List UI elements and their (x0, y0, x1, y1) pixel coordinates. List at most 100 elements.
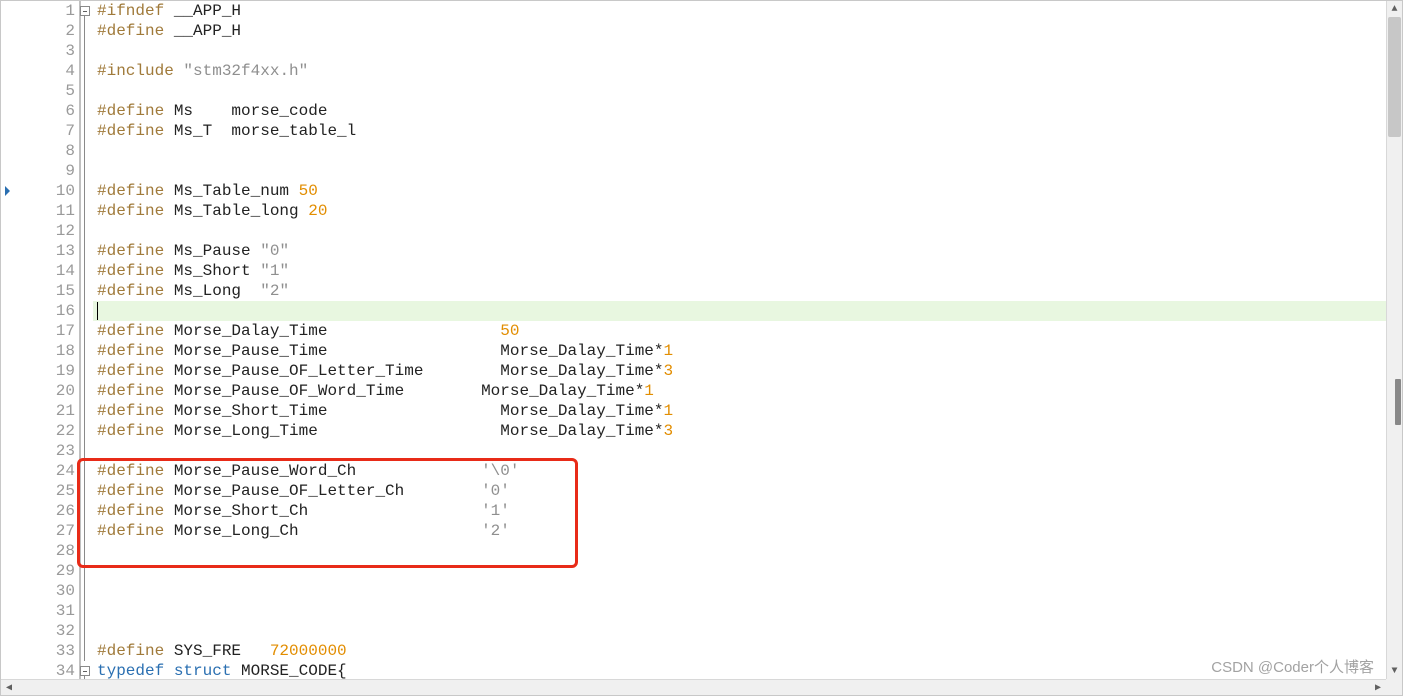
line-number: 15 (1, 281, 77, 301)
code-token: #define (97, 642, 174, 660)
scroll-left-button[interactable]: ◀ (1, 680, 17, 695)
scroll-right-button[interactable]: ▶ (1370, 680, 1386, 695)
code-line[interactable]: #define Morse_Long_Ch '2' (93, 521, 1386, 541)
code-line[interactable]: #define Ms_Long "2" (93, 281, 1386, 301)
code-token: Morse_Dalay_Time (174, 322, 500, 340)
code-line[interactable]: typedef struct MORSE_CODE{ (93, 661, 1386, 679)
line-number: 30 (1, 581, 77, 601)
editor-inner: 1234567891011121314151617181920212223242… (1, 1, 1386, 679)
line-number: 34 (1, 661, 77, 679)
line-number: 9 (1, 161, 77, 181)
code-line[interactable]: #define Ms_Table_long 20 (93, 201, 1386, 221)
code-token: typedef struct (97, 662, 231, 679)
line-number: 23 (1, 441, 77, 461)
horizontal-scrollbar[interactable]: ◀ ▶ (1, 679, 1386, 695)
code-token: '1' (481, 502, 510, 520)
line-number-gutter[interactable]: 1234567891011121314151617181920212223242… (1, 1, 81, 679)
line-number: 7 (1, 121, 77, 141)
line-number: 8 (1, 141, 77, 161)
code-line[interactable] (93, 81, 1386, 101)
code-token: Ms morse_code (174, 102, 328, 120)
code-line[interactable]: #define Morse_Pause_OF_Letter_Ch '0' (93, 481, 1386, 501)
code-line[interactable] (93, 561, 1386, 581)
line-number: 5 (1, 81, 77, 101)
vertical-scroll-thumb[interactable] (1388, 17, 1401, 137)
code-line[interactable]: #define Morse_Dalay_Time 50 (93, 321, 1386, 341)
code-line[interactable] (93, 161, 1386, 181)
code-line[interactable]: #ifndef __APP_H (93, 1, 1386, 21)
text-caret (97, 302, 98, 320)
line-number: 12 (1, 221, 77, 241)
code-token: #define (97, 462, 174, 480)
scrollbar-corner (1386, 679, 1402, 695)
code-line[interactable]: #define Morse_Pause_Word_Ch '\0' (93, 461, 1386, 481)
code-token: Morse_Pause_OF_Letter_Ch (174, 482, 481, 500)
code-token: #define (97, 502, 174, 520)
code-text-area[interactable]: #ifndef __APP_H#define __APP_H #include "… (93, 1, 1386, 679)
code-line[interactable]: #define Morse_Pause_OF_Letter_Time Morse… (93, 361, 1386, 381)
line-number: 16 (1, 301, 77, 321)
modified-lines-marker (1395, 379, 1401, 425)
code-token: #define (97, 322, 174, 340)
line-number: 10 (1, 181, 77, 201)
code-line[interactable]: #define Morse_Pause_OF_Word_Time Morse_D… (93, 381, 1386, 401)
line-number: 1 (1, 1, 77, 21)
code-token: #include (97, 62, 183, 80)
line-number: 27 (1, 521, 77, 541)
code-line[interactable] (93, 581, 1386, 601)
code-token: #define (97, 282, 174, 300)
fold-toggle-icon[interactable] (80, 666, 90, 676)
scroll-up-button[interactable]: ▲ (1387, 1, 1402, 17)
code-line[interactable] (93, 301, 1386, 321)
code-token: '\0' (481, 462, 519, 480)
line-number: 2 (1, 21, 77, 41)
code-token: #define (97, 262, 174, 280)
line-number: 3 (1, 41, 77, 61)
code-token: 1 (664, 342, 674, 360)
code-line[interactable]: #define Ms_T morse_table_l (93, 121, 1386, 141)
line-number: 24 (1, 461, 77, 481)
code-token: #define (97, 482, 174, 500)
code-line[interactable] (93, 221, 1386, 241)
code-token: MORSE_CODE{ (231, 662, 346, 679)
code-token: #define (97, 182, 174, 200)
code-line[interactable]: #define Morse_Pause_Time Morse_Dalay_Tim… (93, 341, 1386, 361)
code-token: #define (97, 382, 174, 400)
code-line[interactable]: #define Morse_Short_Ch '1' (93, 501, 1386, 521)
code-token: Morse_Pause_OF_Word_Time Morse_Dalay_Tim… (174, 382, 644, 400)
line-number: 22 (1, 421, 77, 441)
vertical-scroll-track[interactable] (1387, 17, 1402, 663)
code-token: Morse_Long_Time Morse_Dalay_Time* (174, 422, 664, 440)
code-line[interactable] (93, 441, 1386, 461)
code-token: 50 (500, 322, 519, 340)
line-number: 26 (1, 501, 77, 521)
code-line[interactable]: #define Ms_Pause "0" (93, 241, 1386, 261)
scroll-down-button[interactable]: ▼ (1387, 663, 1402, 679)
fold-column[interactable] (79, 1, 93, 679)
code-token: 1 (644, 382, 654, 400)
code-line[interactable]: #include "stm32f4xx.h" (93, 61, 1386, 81)
code-token: #define (97, 422, 174, 440)
code-line[interactable] (93, 621, 1386, 641)
code-line[interactable] (93, 41, 1386, 61)
code-line[interactable] (93, 541, 1386, 561)
vertical-scrollbar[interactable]: ▲ ▼ (1386, 1, 1402, 679)
code-line[interactable]: #define Ms_Short "1" (93, 261, 1386, 281)
code-token: Morse_Pause_Time Morse_Dalay_Time* (174, 342, 664, 360)
code-line[interactable]: #define SYS_FRE 72000000 (93, 641, 1386, 661)
fold-toggle-icon[interactable] (80, 6, 90, 16)
code-line[interactable]: #define Morse_Long_Time Morse_Dalay_Time… (93, 421, 1386, 441)
code-line[interactable]: #define Ms_Table_num 50 (93, 181, 1386, 201)
code-token: Ms_Pause (174, 242, 260, 260)
code-line[interactable] (93, 141, 1386, 161)
code-line[interactable]: #define __APP_H (93, 21, 1386, 41)
code-token: 50 (299, 182, 318, 200)
code-token: Morse_Short_Time Morse_Dalay_Time* (174, 402, 664, 420)
line-number: 29 (1, 561, 77, 581)
code-line[interactable]: #define Ms morse_code (93, 101, 1386, 121)
code-editor: 1234567891011121314151617181920212223242… (0, 0, 1403, 696)
line-number: 25 (1, 481, 77, 501)
code-line[interactable] (93, 601, 1386, 621)
line-number: 18 (1, 341, 77, 361)
code-line[interactable]: #define Morse_Short_Time Morse_Dalay_Tim… (93, 401, 1386, 421)
